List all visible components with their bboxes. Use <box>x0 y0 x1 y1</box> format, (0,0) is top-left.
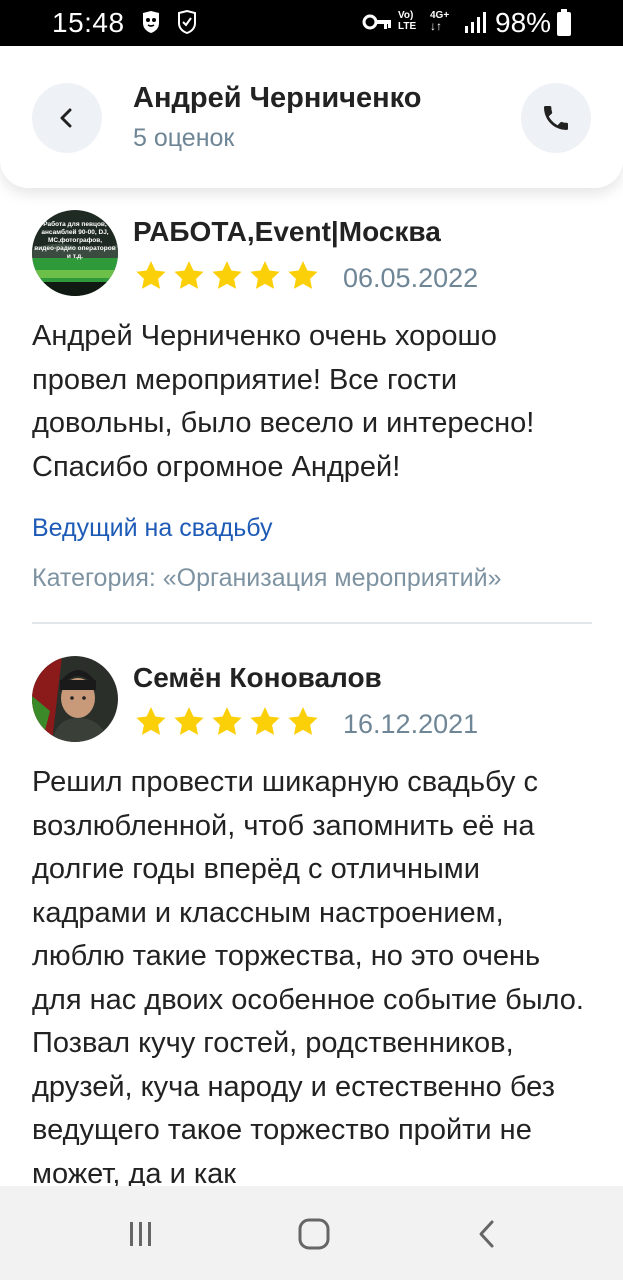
review-text: Андрей Черниченко очень хорошо провел ме… <box>32 320 535 483</box>
ratings-count[interactable]: 5 оценок <box>133 124 234 153</box>
volte-bottom-text: LTE <box>398 21 417 32</box>
review-date: 06.05.2022 <box>343 263 479 293</box>
rating-stars <box>133 259 321 293</box>
review-text: Решил провести шикарную свадьбу с возлюб… <box>32 766 584 1190</box>
back-button[interactable] <box>32 83 102 153</box>
home-icon <box>298 1218 330 1250</box>
review-date: 16.12.2021 <box>343 709 479 739</box>
battery-percent: 98% <box>495 7 552 38</box>
reviewer-name[interactable]: РАБОТА,Event|Москва <box>133 216 441 248</box>
profile-header: Андрей Черниченко 5 оценок <box>0 46 623 188</box>
phone-icon <box>544 106 568 130</box>
reviewer-avatar[interactable]: Работа для певцов, ансамблей 90-00, DJ, … <box>32 210 118 296</box>
star-icon <box>136 261 166 289</box>
network-4g-label: 4G+ ↓↑ <box>430 10 450 33</box>
app-notification-icon <box>140 10 162 39</box>
star-icon <box>250 707 280 735</box>
system-navigation-bar <box>0 1186 623 1280</box>
service-link[interactable]: Ведущий на свадьбу <box>32 514 273 543</box>
star-icon <box>136 707 166 735</box>
profile-name: Андрей Черниченко <box>133 82 422 114</box>
star-icon <box>174 707 204 735</box>
reviewer-avatar[interactable] <box>32 656 118 742</box>
avatar-text-line: и т.д. <box>67 253 83 260</box>
recent-apps-icon <box>130 1222 151 1246</box>
shield-check-icon <box>176 9 198 39</box>
star-icon <box>212 707 242 735</box>
star-icon <box>212 261 242 289</box>
review-category: Категория: «Организация мероприятий» <box>32 564 502 592</box>
signal-icon <box>464 12 488 39</box>
star-icon <box>250 261 280 289</box>
recent-apps-button[interactable] <box>120 1214 160 1254</box>
call-button[interactable] <box>521 83 591 153</box>
volte-top-text: Vo) <box>398 10 414 21</box>
avatar-text-line: Работа для певцов, <box>43 220 107 228</box>
status-time: 15:48 <box>52 7 125 38</box>
reviewer-name[interactable]: Семён Коновалов <box>133 662 382 694</box>
rating-stars <box>133 705 321 739</box>
back-nav-button[interactable] <box>468 1214 508 1254</box>
battery-icon <box>556 9 572 42</box>
key-icon <box>362 13 392 36</box>
avatar-text-line: ансамблей 90-00, DJ, <box>41 228 108 236</box>
back-nav-icon <box>479 1220 494 1248</box>
star-icon <box>288 707 318 735</box>
star-icon <box>174 261 204 289</box>
star-icon <box>288 261 318 289</box>
review-divider <box>32 622 592 624</box>
volte-label: Vo) LTE <box>398 10 416 32</box>
chevron-left-icon <box>60 108 72 128</box>
status-bar: 15:48 Vo) LTE 4G+ ↓↑ 98% <box>0 0 623 46</box>
home-button[interactable] <box>294 1214 334 1254</box>
avatar-text-line: МС,фотографов, <box>48 237 102 244</box>
avatar-text-line: видео-радио операторов <box>34 245 115 252</box>
